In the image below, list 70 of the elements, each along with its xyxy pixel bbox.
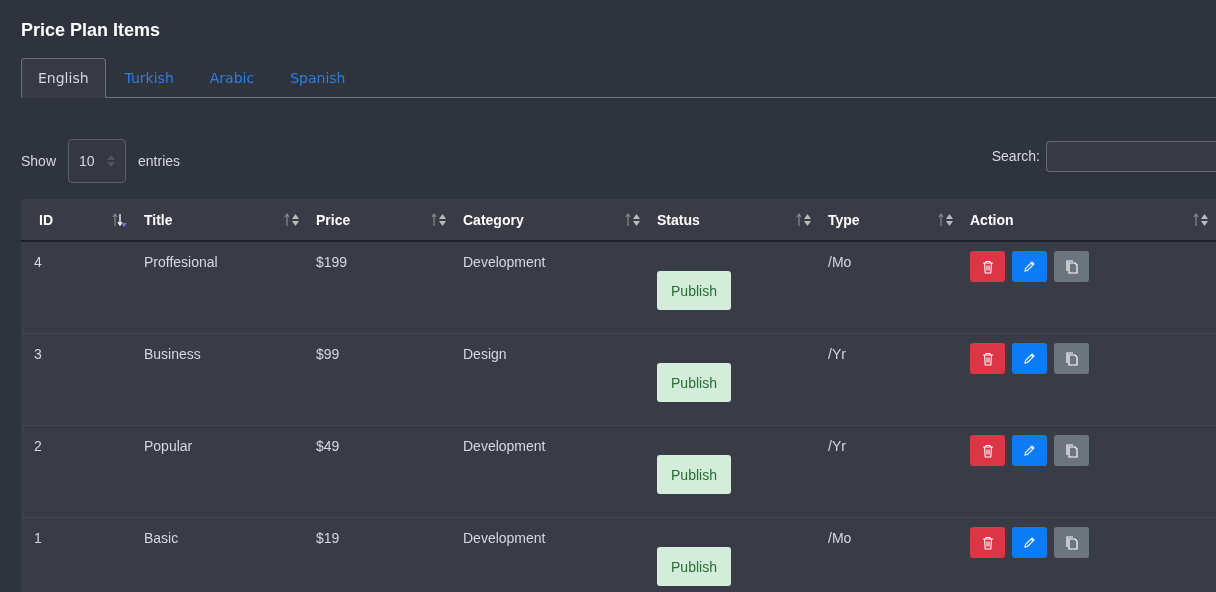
copy-icon: [1065, 443, 1078, 458]
trash-icon: [981, 535, 994, 550]
pencil-icon: [1023, 352, 1036, 365]
edit-button[interactable]: [1012, 251, 1047, 282]
stepper-icon: [106, 155, 115, 167]
table-cell: Development: [463, 254, 546, 270]
table-cell: Proffesional: [144, 254, 218, 270]
table-cell: /Yr: [828, 438, 846, 454]
sort-icon[interactable]: [625, 211, 641, 228]
search-field[interactable]: [1046, 140, 1216, 172]
edit-button[interactable]: [1012, 435, 1047, 466]
entries-select[interactable]: 10: [68, 139, 127, 183]
table-cell: Popular: [144, 438, 193, 454]
column-header[interactable]: Status: [657, 211, 700, 228]
show-label: Show: [21, 153, 57, 169]
table-cell: 4: [34, 254, 42, 270]
column-header[interactable]: Category: [463, 211, 524, 228]
table-cell: $49: [316, 438, 340, 454]
table-cell: /Yr: [828, 346, 846, 362]
search-label: Search:: [991, 148, 1040, 164]
copy-icon: [1065, 535, 1078, 550]
table-cell: $19: [316, 530, 340, 546]
pencil-icon: [1023, 260, 1036, 273]
table-cell: 3: [34, 346, 42, 362]
sort-icon[interactable]: [938, 211, 954, 228]
delete-button[interactable]: [970, 251, 1005, 282]
status-button[interactable]: Publish: [657, 455, 731, 494]
sort-icon[interactable]: [284, 211, 300, 228]
table-cell: $199: [316, 254, 348, 270]
sort-icon[interactable]: [112, 211, 128, 228]
table-cell: 2: [34, 438, 42, 454]
table-cell: Development: [463, 530, 546, 546]
trash-icon: [981, 351, 994, 366]
copy-button[interactable]: [1054, 435, 1089, 466]
page-title: Price Plan Items: [21, 19, 162, 38]
copy-button[interactable]: [1054, 251, 1089, 282]
edit-button[interactable]: [1012, 527, 1047, 558]
language-tab[interactable]: English: [21, 58, 106, 98]
table-cell: /Mo: [828, 530, 852, 546]
table-cell: $99: [316, 346, 340, 362]
column-header[interactable]: Title: [144, 211, 173, 228]
pencil-icon: [1023, 444, 1036, 457]
column-header[interactable]: Price: [316, 211, 351, 228]
column-header[interactable]: Type: [828, 211, 860, 228]
column-header[interactable]: Action: [970, 211, 1014, 228]
table-cell: Design: [463, 346, 507, 362]
copy-icon: [1065, 351, 1078, 366]
trash-icon: [981, 443, 994, 458]
status-button[interactable]: Publish: [657, 547, 731, 586]
delete-button[interactable]: [970, 527, 1005, 558]
delete-button[interactable]: [970, 343, 1005, 374]
delete-button[interactable]: [970, 435, 1005, 466]
table-cell: /Mo: [828, 254, 852, 270]
edit-button[interactable]: [1012, 343, 1047, 374]
copy-button[interactable]: [1054, 343, 1089, 374]
entries-label: entries: [138, 153, 181, 169]
pencil-icon: [1023, 536, 1036, 549]
table-cell: Business: [144, 346, 201, 362]
column-header[interactable]: ID: [39, 211, 53, 228]
copy-button[interactable]: [1054, 527, 1089, 558]
table-cell: Development: [463, 438, 546, 454]
sort-icon[interactable]: [1193, 211, 1209, 228]
copy-icon: [1065, 259, 1078, 274]
status-button[interactable]: Publish: [657, 271, 731, 310]
sort-icon[interactable]: [796, 211, 812, 228]
sort-icon[interactable]: [431, 211, 447, 228]
table-cell: Basic: [144, 530, 179, 546]
status-button[interactable]: Publish: [657, 363, 731, 402]
trash-icon: [981, 259, 994, 274]
table-cell: 1: [34, 530, 42, 546]
